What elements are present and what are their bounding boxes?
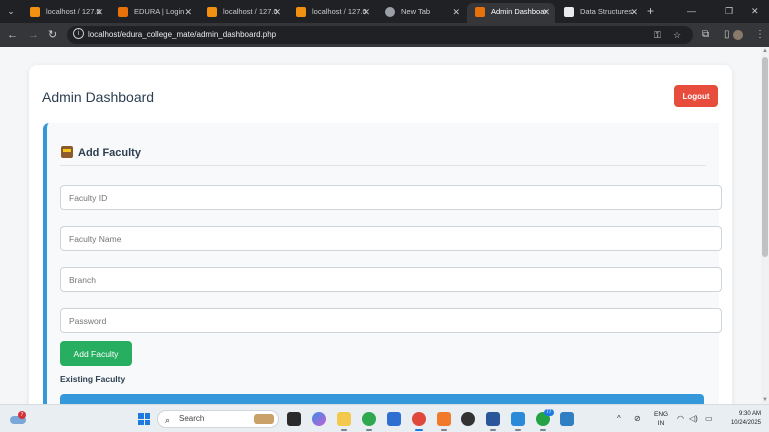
tab-label: Admin Dashboard [491, 7, 547, 16]
close-icon[interactable]: ✕ [273, 3, 281, 21]
password-key-icon[interactable]: ⚿ [654, 28, 661, 42]
page-viewport: Admin Dashboard Logout Add Faculty Add F… [0, 47, 761, 404]
search-highlight-icon [254, 414, 274, 424]
chrome-icon[interactable] [412, 412, 426, 431]
whatsapp-icon[interactable]: 77 [536, 409, 554, 431]
tab-label: Data Structures [580, 7, 633, 16]
location-off-icon[interactable]: ⊘ [634, 413, 641, 425]
close-icon[interactable]: ✕ [542, 3, 550, 21]
tab-label: localhost / 127.0 [223, 7, 278, 16]
browser-toolbar: ← → ↻ i localhost/edura_college_mate/adm… [0, 23, 769, 47]
weather-widget[interactable]: 7 [10, 411, 26, 425]
close-icon[interactable]: ✕ [452, 3, 460, 21]
battery-icon[interactable]: ▭ [705, 413, 713, 425]
phpmyadmin-icon [207, 7, 217, 17]
url-text[interactable]: localhost/edura_college_mate/admin_dashb… [88, 26, 276, 44]
close-icon[interactable]: ✕ [184, 3, 192, 21]
browser-tab[interactable]: localhost / 127.0 ✕ [22, 3, 108, 23]
browser-tab[interactable]: Data Structures ✕ [556, 3, 643, 23]
site-info-icon[interactable]: i [73, 28, 84, 39]
scroll-up-icon[interactable]: ▲ [762, 48, 768, 54]
logout-button[interactable]: Logout [674, 85, 718, 107]
tab-label: EDURA | Login [134, 7, 185, 16]
vscode-icon[interactable] [511, 412, 525, 431]
language-indicator[interactable]: ENG IN [654, 410, 668, 428]
close-icon[interactable]: ✕ [630, 3, 638, 21]
close-icon[interactable]: ✕ [362, 3, 370, 21]
chatgpt-icon[interactable] [461, 412, 475, 426]
taskbar-search-label: Search [179, 414, 205, 423]
region-code: IN [657, 420, 665, 427]
scrollbar-thumb[interactable] [762, 57, 768, 257]
books-emoji-icon [61, 146, 73, 158]
split-view-icon[interactable]: ▯ [724, 27, 730, 43]
tab-label: New Tab [401, 7, 431, 16]
page-scrollbar[interactable]: ▲ ▼ [761, 47, 769, 404]
browser-tab-active[interactable]: Admin Dashboard ✕ [467, 3, 555, 23]
new-tab-icon[interactable]: + [647, 3, 654, 19]
book-icon [564, 7, 574, 17]
reload-icon[interactable]: ↻ [48, 27, 57, 43]
minimize-icon[interactable]: — [687, 3, 696, 19]
search-icon: ⌕ [165, 415, 171, 425]
forward-icon[interactable]: → [28, 27, 39, 43]
volume-icon[interactable]: ◁) [689, 413, 698, 425]
notification-badge: 77 [544, 409, 554, 416]
edura-icon [118, 7, 128, 17]
xampp-icon[interactable] [437, 412, 451, 431]
tab-search-icon[interactable]: ⌄ [3, 4, 19, 19]
back-icon[interactable]: ← [7, 27, 18, 43]
file-explorer-icon[interactable] [337, 412, 351, 431]
clock-time: 9:30 AM [738, 411, 761, 417]
more-menu-icon[interactable]: ⋮ [755, 27, 765, 43]
add-faculty-heading: Add Faculty [61, 146, 141, 159]
close-icon[interactable]: ✕ [95, 3, 103, 21]
system-clock[interactable]: 9:30 AM 10/24/2025 [721, 410, 761, 428]
dashboard-card: Admin Dashboard Logout Add Faculty Add F… [29, 65, 732, 404]
existing-faculty-heading: Existing Faculty [60, 374, 126, 384]
chrome-icon [385, 7, 395, 17]
app-icon[interactable] [560, 412, 574, 426]
edge-icon[interactable] [362, 412, 376, 431]
address-bar[interactable]: i localhost/edura_college_mate/admin_das… [67, 26, 693, 44]
windows-start-icon[interactable] [138, 413, 150, 425]
weather-badge: 7 [18, 411, 26, 419]
browser-tab[interactable]: EDURA | Login ✕ [110, 3, 197, 23]
store-icon[interactable] [387, 412, 401, 426]
edura-icon [475, 7, 485, 17]
branch-input[interactable] [60, 267, 722, 292]
clock-date: 10/24/2025 [730, 420, 761, 426]
task-view-icon[interactable] [287, 412, 301, 426]
word-icon[interactable] [486, 412, 500, 431]
browser-tab-strip: ⌄ localhost / 127.0 ✕ EDURA | Login ✕ lo… [0, 0, 769, 23]
faculty-id-input[interactable] [60, 185, 722, 210]
bookmark-star-icon[interactable]: ☆ [673, 28, 681, 42]
language-code: ENG [654, 411, 669, 418]
browser-tab[interactable]: localhost / 127.0 ✕ [288, 3, 375, 23]
phpmyadmin-icon [296, 7, 306, 17]
restore-icon[interactable]: ❐ [725, 3, 733, 19]
taskbar-search[interactable]: ⌕ Search [157, 410, 279, 428]
profile-avatar[interactable] [733, 30, 743, 40]
browser-tab[interactable]: New Tab ✕ [377, 3, 465, 23]
wifi-icon[interactable]: ◠ [677, 413, 684, 425]
show-hidden-icons-icon[interactable]: ^ [617, 413, 621, 425]
add-faculty-button[interactable]: Add Faculty [60, 341, 132, 366]
windows-taskbar: 7 ⌕ Search 77 ^ ⊘ ENG IN ◠ ◁) ▭ 9:30 AM … [0, 404, 769, 432]
page-title: Admin Dashboard [42, 89, 155, 105]
tab-label: localhost / 127.0 [312, 7, 367, 16]
add-faculty-section: Add Faculty Add Faculty Existing Faculty [43, 123, 722, 404]
browser-tab[interactable]: localhost / 127.0 ✕ [199, 3, 286, 23]
copilot-icon[interactable] [312, 412, 326, 426]
faculty-table-header [60, 394, 704, 404]
password-input[interactable] [60, 308, 722, 333]
extensions-icon[interactable]: ⧉ [702, 27, 709, 43]
close-window-icon[interactable]: ✕ [751, 3, 759, 19]
phpmyadmin-icon [30, 7, 40, 17]
add-faculty-heading-text: Add Faculty [78, 147, 141, 159]
section-divider [60, 165, 706, 166]
scroll-down-icon[interactable]: ▼ [762, 397, 768, 403]
faculty-name-input[interactable] [60, 226, 722, 251]
tab-label: localhost / 127.0 [46, 7, 101, 16]
